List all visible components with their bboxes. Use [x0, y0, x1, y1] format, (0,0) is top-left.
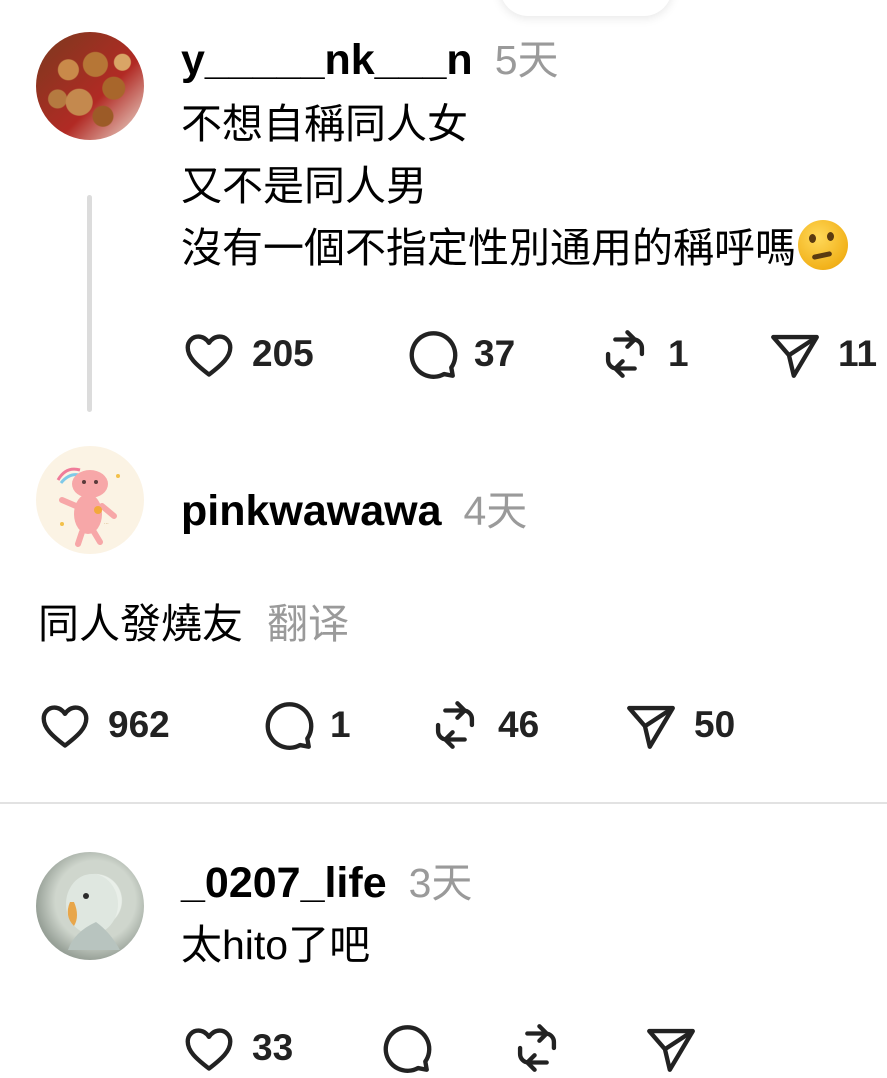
like-count: 962: [108, 704, 170, 745]
like-button[interactable]: 33: [180, 1018, 293, 1078]
comment-line: 又不是同人男: [181, 163, 427, 209]
action-bar: 205 37 1 11: [180, 324, 887, 384]
thread-line: [87, 195, 92, 412]
comment-line: 不想自稱同人女: [181, 101, 468, 147]
comment-header: pinkwawawa 4天: [181, 477, 527, 537]
repost-icon: [605, 330, 645, 378]
reply-count: 1: [330, 704, 351, 745]
heart-icon: [185, 1028, 233, 1071]
reply-button[interactable]: [376, 1018, 434, 1078]
comment-header: y_____nk___n 5天: [181, 26, 559, 86]
avatar[interactable]: ...: [36, 446, 144, 554]
comment-text: 太hito了吧: [181, 914, 370, 976]
timestamp: 4天: [463, 488, 528, 534]
share-button[interactable]: 50: [622, 695, 735, 755]
share-button[interactable]: 11: [766, 324, 877, 384]
username[interactable]: pinkwawawa: [181, 487, 441, 536]
timestamp: 3天: [408, 860, 473, 906]
repost-button[interactable]: [508, 1018, 566, 1078]
like-count: 205: [252, 333, 314, 374]
repost-count: 46: [498, 704, 540, 745]
comment-header: _0207_life 3天: [181, 849, 472, 909]
share-count: 11: [838, 333, 878, 374]
repost-count: 1: [668, 333, 689, 374]
top-sheet-handle: [500, 0, 672, 16]
timestamp: 5天: [494, 37, 559, 83]
share-icon: [647, 1028, 695, 1072]
translate-link[interactable]: 翻译: [267, 601, 349, 647]
heart-icon: [185, 334, 233, 377]
username[interactable]: _0207_life: [181, 859, 387, 908]
comment-text: 不想自稱同人女 又不是同人男 沒有一個不指定性別通用的稱呼嗎: [181, 93, 848, 279]
reply-count: 37: [474, 333, 516, 374]
like-button[interactable]: 962: [36, 695, 170, 755]
avatar[interactable]: [36, 32, 144, 140]
comment-icon: [409, 331, 458, 379]
share-icon: [627, 705, 675, 749]
comment-text: 同人發燒友 翻译: [38, 593, 349, 655]
repost-icon: [435, 701, 475, 749]
bird-photo: [66, 874, 120, 950]
comment-icon: [383, 1025, 432, 1073]
comment-line-text: 沒有一個不指定性別通用的稱呼嗎: [181, 225, 796, 271]
reply-button[interactable]: 1: [258, 695, 351, 755]
action-bar: 33: [180, 1018, 887, 1078]
bunny-illustration: ...: [56, 467, 120, 547]
comment-line: 太hito了吧: [181, 922, 371, 968]
thinking-face-emoji: [798, 220, 848, 270]
repost-icon: [517, 1024, 557, 1072]
repost-button[interactable]: 1: [596, 324, 689, 384]
share-button[interactable]: [642, 1018, 700, 1078]
comment-icon: [265, 702, 314, 750]
username[interactable]: y_____nk___n: [181, 36, 473, 85]
comment-line: 同人發燒友: [38, 601, 243, 647]
comment-line: 沒有一個不指定性別通用的稱呼嗎: [181, 217, 848, 279]
like-button[interactable]: 205: [180, 324, 314, 384]
action-bar: 962 1 46 50: [36, 695, 887, 755]
avatar[interactable]: [36, 852, 144, 960]
repost-button[interactable]: 46: [426, 695, 539, 755]
svg-text:...: ...: [104, 520, 109, 526]
reply-button[interactable]: 37: [402, 324, 515, 384]
heart-icon: [41, 705, 89, 748]
divider: [0, 802, 887, 804]
share-count: 50: [694, 704, 736, 745]
share-icon: [771, 334, 819, 378]
